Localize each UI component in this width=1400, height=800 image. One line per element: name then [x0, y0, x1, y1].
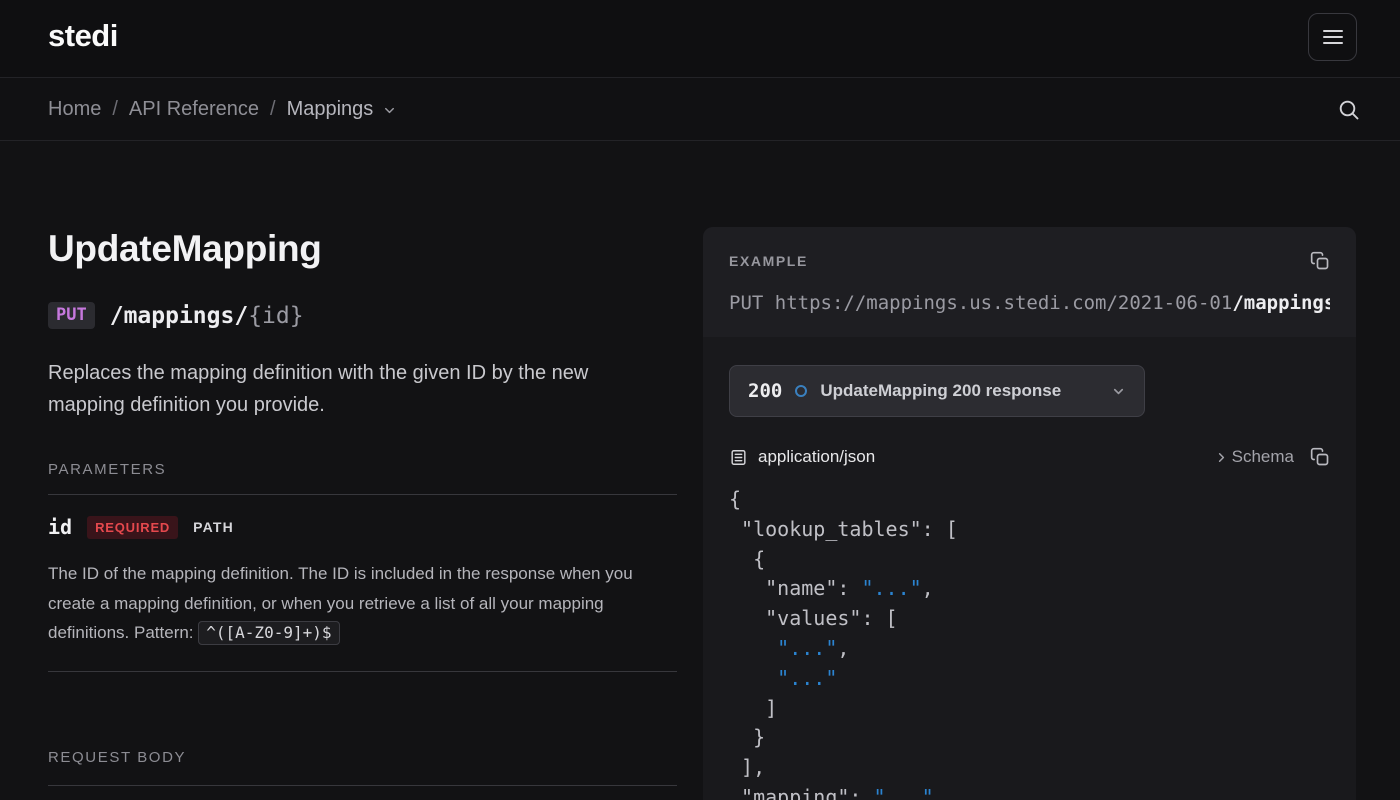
breadcrumb-mappings-dropdown[interactable]: Mappings: [287, 98, 398, 121]
breadcrumb-bar: Home / API Reference / Mappings: [0, 78, 1400, 141]
example-panel: EXAMPLE PUT https://mappings.us.stedi.co…: [703, 227, 1356, 800]
copy-response-icon[interactable]: [1310, 447, 1330, 467]
required-badge: REQUIRED: [87, 516, 178, 539]
example-label: EXAMPLE: [729, 253, 808, 269]
param-location-badge: PATH: [193, 519, 234, 535]
divider: [48, 671, 677, 672]
page-title: UpdateMapping: [48, 228, 322, 270]
divider: [48, 494, 677, 495]
breadcrumb-mappings-label: Mappings: [287, 98, 374, 121]
json-code-block: { "lookup_tables": [ { "name": "...", "v…: [729, 485, 1330, 800]
chevron-down-icon: [382, 103, 397, 118]
divider: [48, 785, 677, 786]
parameters-heading: PARAMETERS: [48, 461, 166, 478]
operation-description: Replaces the mapping definition with the…: [48, 357, 666, 421]
top-bar: stedi: [0, 0, 1400, 78]
hamburger-menu-button[interactable]: [1308, 13, 1357, 61]
endpoint-path: /mappings/{id}: [110, 303, 304, 329]
method-badge: PUT: [48, 302, 95, 329]
schema-label: Schema: [1232, 447, 1294, 467]
hamburger-icon: [1323, 30, 1343, 45]
status-code: 200: [748, 380, 782, 402]
response-selector[interactable]: 200 UpdateMapping 200 response: [729, 365, 1145, 417]
breadcrumb-api-reference[interactable]: API Reference: [129, 98, 259, 121]
breadcrumb-home[interactable]: Home: [48, 98, 101, 121]
pattern-code: ^([A-Z0-9]+)$: [198, 621, 339, 645]
search-icon[interactable]: [1337, 97, 1363, 123]
parameter-name: id: [48, 515, 72, 539]
request-url: PUT https://mappings.us.stedi.com/2021-0…: [729, 292, 1330, 314]
response-selector-label: UpdateMapping 200 response: [820, 381, 1061, 401]
breadcrumb: Home / API Reference / Mappings: [48, 98, 397, 121]
parameter-id-row: id REQUIRED PATH: [48, 515, 234, 539]
schema-toggle[interactable]: Schema: [1214, 447, 1294, 467]
endpoint-row: PUT /mappings/{id}: [48, 302, 304, 329]
content-type-row: application/json Schema: [729, 447, 1330, 467]
breadcrumb-separator: /: [112, 98, 118, 121]
document-icon: [729, 448, 748, 467]
status-ring-icon: [795, 385, 807, 397]
content-type-label: application/json: [758, 447, 875, 467]
request-body-heading: REQUEST BODY: [48, 749, 186, 766]
stedi-logo[interactable]: stedi: [48, 18, 118, 54]
chevron-down-icon: [1111, 384, 1126, 399]
copy-request-icon[interactable]: [1310, 251, 1330, 271]
chevron-right-icon: [1214, 450, 1229, 465]
example-body: 200 UpdateMapping 200 response applicati…: [703, 365, 1356, 800]
example-header: EXAMPLE PUT https://mappings.us.stedi.co…: [703, 227, 1356, 337]
breadcrumb-separator: /: [270, 98, 276, 121]
parameter-description: The ID of the mapping definition. The ID…: [48, 559, 648, 648]
